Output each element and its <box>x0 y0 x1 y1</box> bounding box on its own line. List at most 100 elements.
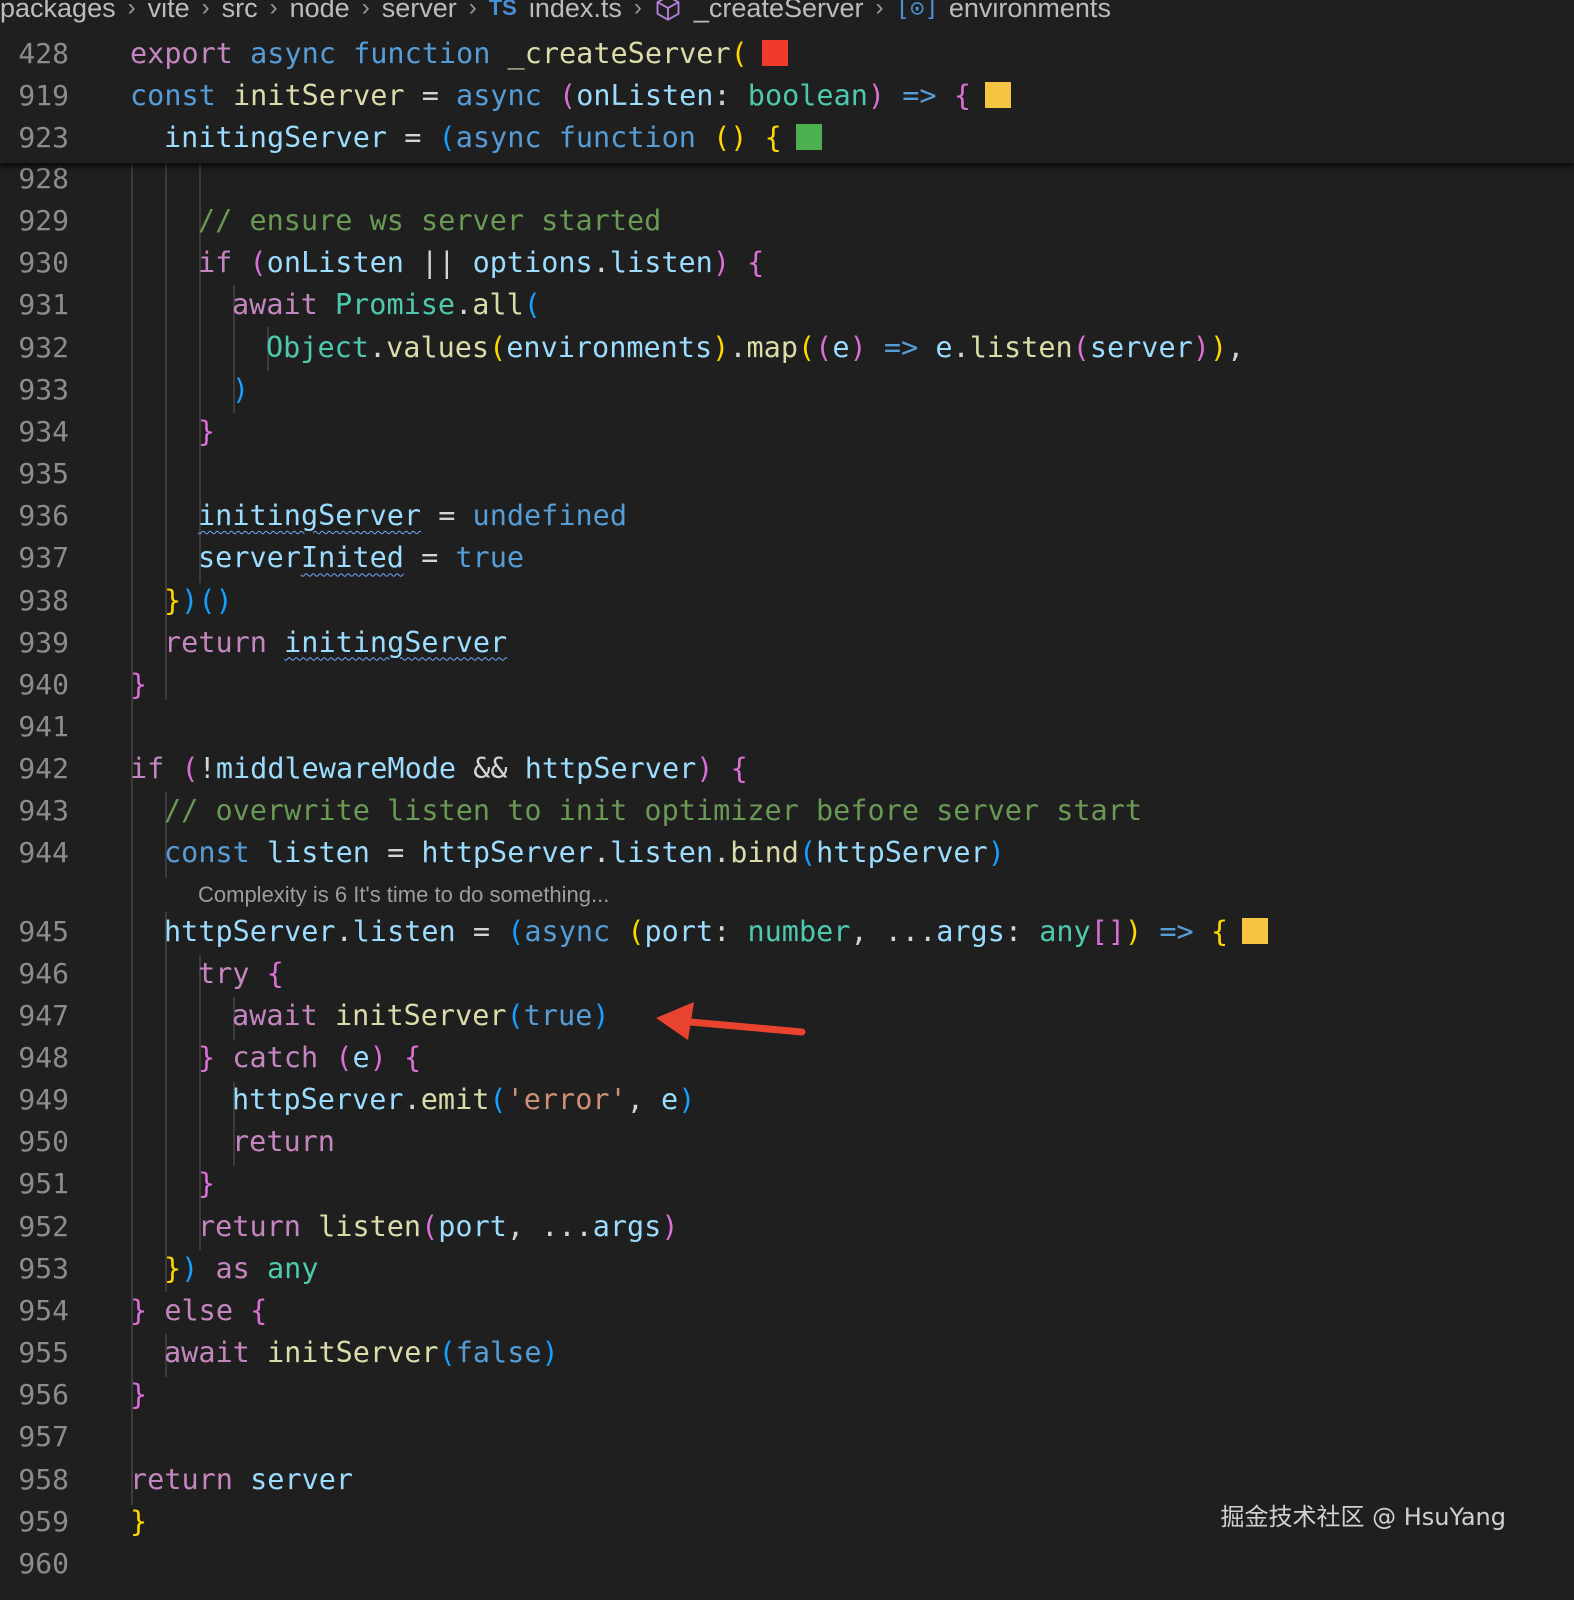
code-line[interactable]: 951} <box>0 1163 1574 1205</box>
code-line[interactable]: 942 if (!middlewareMode && httpServer) { <box>0 748 1574 790</box>
code-text[interactable]: } <box>130 1501 147 1543</box>
line-number[interactable]: 428 <box>0 33 69 75</box>
code-line[interactable]: 953 }) as any <box>0 1248 1574 1290</box>
code-line[interactable]: 939 return initingServer <box>0 622 1574 664</box>
line-number[interactable]: 919 <box>0 75 69 117</box>
code-text[interactable]: Object.values(environments).map((e) => e… <box>266 327 1244 369</box>
code-text[interactable]: initingServer = undefined <box>198 495 627 537</box>
line-number[interactable]: 942 <box>0 748 69 790</box>
code-text[interactable]: } else { <box>130 1290 267 1332</box>
code-text[interactable]: // overwrite listen to init optimizer be… <box>164 790 1142 832</box>
line-number[interactable]: 956 <box>0 1374 69 1416</box>
code-text[interactable]: const initServer = async (onListen: bool… <box>130 75 1011 117</box>
code-text[interactable]: httpServer.emit('error', e) <box>232 1079 695 1121</box>
line-number[interactable]: 923 <box>0 117 69 159</box>
code-text[interactable]: } <box>130 1374 147 1416</box>
breadcrumb-item-file[interactable]: TS index.ts <box>489 0 622 24</box>
line-number[interactable]: 932 <box>0 327 69 369</box>
line-number[interactable]: 951 <box>0 1163 69 1205</box>
code-text[interactable]: const listen = httpServer.listen.bind(ht… <box>164 832 1005 874</box>
code-line[interactable]: 928 <box>0 158 1574 200</box>
code-line[interactable]: 945 httpServer.listen = (async (port: num… <box>0 911 1574 953</box>
line-number[interactable]: 955 <box>0 1332 69 1374</box>
breadcrumb-item-vite[interactable]: vite <box>148 0 190 24</box>
code-text[interactable]: } catch (e) { <box>198 1037 421 1079</box>
code-line[interactable]: 943 // overwrite listen to init optimizer… <box>0 790 1574 832</box>
code-text[interactable]: return server <box>130 1459 353 1501</box>
code-text[interactable]: serverInited = true <box>198 537 524 579</box>
line-number[interactable]: 939 <box>0 622 69 664</box>
code-line[interactable]: 919 const initServer = async (onListen: b… <box>0 75 1574 117</box>
code-line[interactable]: 950 return <box>0 1121 1574 1163</box>
code-line[interactable]: 940} <box>0 664 1574 706</box>
breadcrumb-item-node[interactable]: node <box>290 0 350 24</box>
line-number[interactable]: 953 <box>0 1248 69 1290</box>
code-line[interactable]: 954 } else { <box>0 1290 1574 1332</box>
breadcrumb-item-src[interactable]: src <box>222 0 258 24</box>
complexity-marker-red[interactable] <box>761 40 788 66</box>
code-line[interactable]: 956} <box>0 1374 1574 1416</box>
line-number[interactable]: 941 <box>0 706 69 748</box>
breadcrumb-item-server[interactable]: server <box>382 0 457 24</box>
line-number[interactable]: 948 <box>0 1037 69 1079</box>
code-line[interactable]: 933) <box>0 369 1574 411</box>
code-line[interactable]: 934} <box>0 411 1574 453</box>
line-number[interactable]: 959 <box>0 1501 69 1543</box>
code-line[interactable]: 952 return listen(port, ...args) <box>0 1206 1574 1248</box>
line-number[interactable]: 952 <box>0 1206 69 1248</box>
line-number[interactable]: 957 <box>0 1416 69 1458</box>
code-line[interactable]: 937 serverInited = true <box>0 537 1574 579</box>
code-line[interactable]: 946 try { <box>0 953 1574 995</box>
line-number[interactable]: 938 <box>0 580 69 622</box>
line-number[interactable]: 944 <box>0 832 69 874</box>
editor[interactable]: 428 export async function _createServer(9… <box>0 0 1574 1600</box>
complexity-marker-green[interactable] <box>795 124 822 150</box>
code-line[interactable]: 936 initingServer = undefined <box>0 495 1574 537</box>
code-line[interactable]: 944 const listen = httpServer.listen.bind… <box>0 832 1574 874</box>
line-number[interactable]: 943 <box>0 790 69 832</box>
code-line[interactable]: 923 initingServer = (async function () { <box>0 117 1574 159</box>
code-text[interactable]: await Promise.all( <box>232 284 541 326</box>
complexity-marker-yellow[interactable] <box>984 82 1011 108</box>
complexity-marker-yellow[interactable] <box>1242 917 1269 944</box>
code-text[interactable]: await initServer(false) <box>164 1332 559 1374</box>
code-line[interactable]: 960 <box>0 1543 1574 1585</box>
code-text[interactable]: } <box>130 664 147 706</box>
breadcrumb-item-variable[interactable]: [⊙] environments <box>896 0 1111 24</box>
line-number[interactable]: 937 <box>0 537 69 579</box>
code-text[interactable]: return listen(port, ...args) <box>198 1206 679 1248</box>
line-number[interactable]: 935 <box>0 453 69 495</box>
line-number[interactable]: 947 <box>0 995 69 1037</box>
code-text[interactable]: }) as any <box>164 1248 319 1290</box>
code-text[interactable]: initingServer = (async function () { <box>164 117 822 159</box>
code-line[interactable]: 931 await Promise.all( <box>0 284 1574 326</box>
line-number[interactable]: 936 <box>0 495 69 537</box>
code-text[interactable]: if (onListen || options.listen) { <box>198 242 764 284</box>
line-number[interactable]: 946 <box>0 953 69 995</box>
code-text[interactable]: ) <box>232 369 249 411</box>
line-number[interactable]: 931 <box>0 284 69 326</box>
code-line[interactable]: 955 await initServer(false) <box>0 1332 1574 1374</box>
line-number[interactable]: 954 <box>0 1290 69 1332</box>
code-text[interactable]: try { <box>198 953 284 995</box>
code-text[interactable]: // ensure ws server started <box>198 200 661 242</box>
code-text[interactable]: return <box>232 1121 335 1163</box>
code-line[interactable]: 930 if (onListen || options.listen) { <box>0 242 1574 284</box>
code-line[interactable]: 932 Object.values(environments).map((e) =… <box>0 327 1574 369</box>
breadcrumb-item-packages[interactable]: packages <box>0 0 116 24</box>
code-text[interactable]: httpServer.listen = (async (port: number… <box>164 911 1269 953</box>
line-number[interactable]: 960 <box>0 1543 69 1585</box>
code-text[interactable]: export async function _createServer( <box>130 33 788 75</box>
code-text[interactable]: })() <box>164 580 233 622</box>
code-text[interactable]: } <box>198 411 215 453</box>
line-number[interactable]: 933 <box>0 369 69 411</box>
code-text[interactable]: return initingServer <box>164 622 507 664</box>
line-number[interactable]: 928 <box>0 158 69 200</box>
code-text[interactable]: await initServer(true) <box>232 995 610 1037</box>
code-line[interactable]: 949 httpServer.emit('error', e) <box>0 1079 1574 1121</box>
code-line[interactable]: 941 <box>0 706 1574 748</box>
line-number[interactable]: 929 <box>0 200 69 242</box>
breadcrumb-item-function[interactable]: _createServer <box>654 0 864 24</box>
codelens-complexity[interactable]: Complexity is 6 It's time to do somethin… <box>198 882 609 908</box>
code-line[interactable]: 428 export async function _createServer( <box>0 33 1574 75</box>
